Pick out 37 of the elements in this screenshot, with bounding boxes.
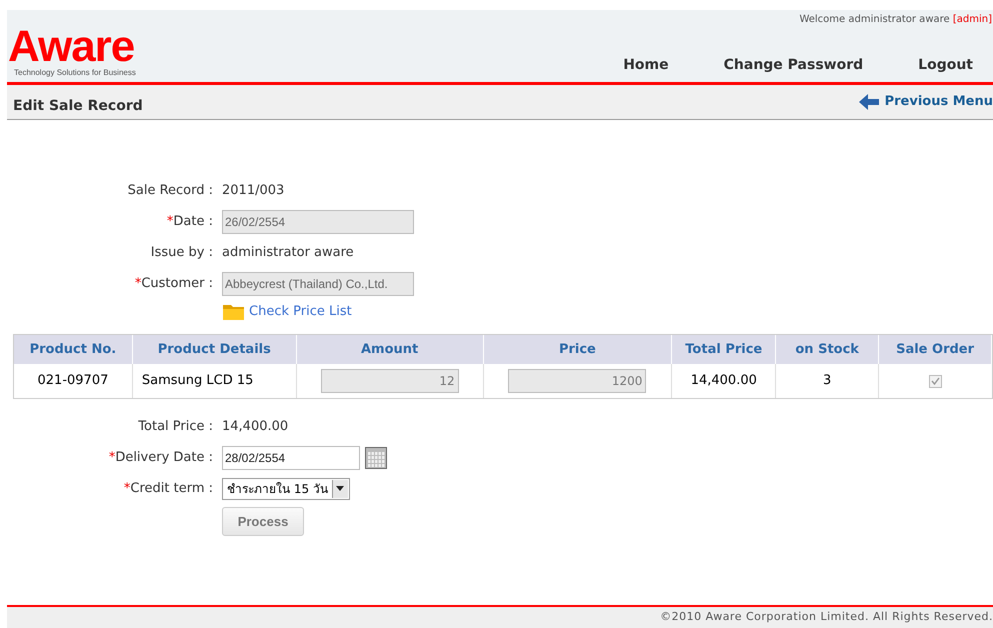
credit-term-dropdown[interactable]: ชำระภายใน 15 วัน bbox=[222, 478, 350, 500]
required-mark: * bbox=[124, 480, 130, 498]
check-price-list-link[interactable]: Check Price List bbox=[249, 302, 352, 322]
previous-menu-link[interactable]: Previous Menu bbox=[858, 92, 993, 112]
logo: Aware bbox=[8, 28, 134, 66]
field-label: Sale Record : bbox=[128, 182, 213, 200]
field-value: administrator aware bbox=[222, 244, 354, 262]
field-label: Delivery Date : bbox=[115, 448, 213, 467]
copyright-text: ©2010 Aware Corporation Limited. All Rights Reserved. bbox=[660, 609, 993, 626]
field-label: Customer : bbox=[141, 274, 213, 293]
table-cell: 14,400.00 bbox=[672, 364, 776, 398]
welcome-text: Welcome administrator aware bbox=[799, 14, 950, 25]
table-cell: 3 bbox=[776, 364, 880, 398]
nav-link[interactable]: Change Password bbox=[724, 55, 864, 76]
nav-link[interactable]: Home bbox=[623, 55, 669, 76]
left-arrow-icon bbox=[858, 94, 879, 110]
field-label: Credit term : bbox=[130, 480, 213, 498]
logo-tagline: Technology Solutions for Business bbox=[13, 67, 136, 79]
process-button[interactable]: Process bbox=[222, 507, 304, 536]
field-value: 14,400.00 bbox=[222, 418, 288, 436]
page-title: Edit Sale Record bbox=[13, 96, 143, 116]
required-mark: * bbox=[134, 274, 142, 293]
field-label: Issue by : bbox=[150, 244, 213, 262]
caret-icon bbox=[336, 486, 344, 491]
field-label: Total Price : bbox=[138, 418, 213, 436]
required-mark: * bbox=[166, 212, 174, 231]
table-cell: 021-09707 bbox=[14, 364, 133, 398]
table-cell: Samsung LCD 15 bbox=[132, 364, 297, 398]
folder-icon bbox=[222, 303, 245, 321]
text-field[interactable]: 28/02/2554 bbox=[222, 446, 360, 470]
check-icon bbox=[931, 377, 940, 385]
nav-link[interactable]: Logout bbox=[918, 55, 973, 76]
calendar-icon[interactable] bbox=[365, 446, 387, 468]
required-mark: * bbox=[108, 448, 116, 467]
field-label: Date : bbox=[173, 212, 213, 231]
user-role: [admin] bbox=[952, 14, 992, 25]
field-value: 2011/003 bbox=[222, 182, 284, 200]
